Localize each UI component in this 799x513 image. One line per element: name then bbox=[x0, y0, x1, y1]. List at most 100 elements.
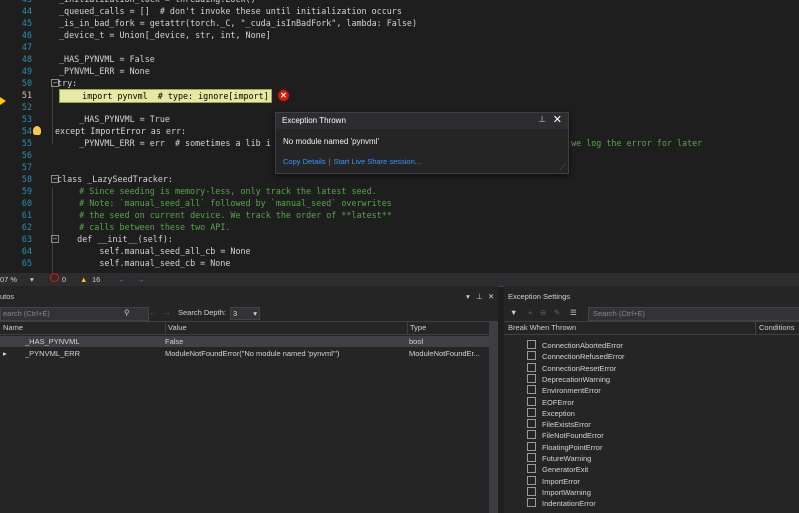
list-icon[interactable]: ☰ bbox=[570, 305, 577, 321]
list-item[interactable]: GeneratorExit bbox=[527, 464, 588, 475]
exception-label: FileExistsError bbox=[542, 420, 591, 430]
list-item[interactable]: ImportWarning bbox=[527, 486, 591, 498]
close-icon[interactable]: ✕ bbox=[553, 113, 562, 126]
copy-details-link[interactable]: Copy Details bbox=[283, 157, 326, 166]
warning-count[interactable]: 16 bbox=[92, 273, 100, 286]
nav-forward-icon[interactable]: → bbox=[137, 273, 145, 286]
exception-label: ConnectionAbortedError bbox=[542, 341, 623, 350]
code-line[interactable]: 63− def __init__(self): bbox=[0, 233, 799, 245]
remove-icon[interactable]: ⊖ bbox=[540, 305, 546, 321]
exception-label: ConnectionResetError bbox=[542, 363, 617, 373]
link-separator: | bbox=[328, 157, 331, 166]
autos-toolbar: earch (Ctrl+E) ⚲ ← → Search Depth: 3 ▾ bbox=[0, 305, 498, 322]
autos-close-icon[interactable]: ✕ bbox=[488, 292, 494, 301]
code-text: try: bbox=[57, 78, 78, 88]
exception-settings-toolbar: ▼ + ⊖ ✎ ☰ Search (Ctrl+E) bbox=[504, 305, 799, 322]
edit-icon[interactable]: ✎ bbox=[554, 305, 560, 321]
warning-count-icon[interactable]: ▲ bbox=[80, 273, 87, 286]
nav-back-icon[interactable]: ← bbox=[118, 273, 126, 286]
row-type: ModuleNotFoundEr... bbox=[409, 349, 480, 358]
column-conditions[interactable]: Conditions bbox=[755, 322, 794, 334]
list-item[interactable]: ConnectionAbortedError bbox=[527, 340, 623, 351]
code-line[interactable]: 49 _PYNVML_ERR = None bbox=[0, 65, 799, 77]
list-item[interactable]: FutureWarning bbox=[527, 453, 591, 464]
exception-checkbox[interactable] bbox=[527, 419, 536, 429]
list-item[interactable]: EOFError bbox=[527, 396, 574, 408]
code-line[interactable]: 47 bbox=[0, 41, 799, 53]
list-item[interactable]: ConnectionResetError bbox=[527, 362, 617, 374]
exception-checkbox[interactable] bbox=[527, 453, 536, 462]
code-line[interactable]: 65 self.manual_seed_cb = None bbox=[0, 257, 799, 269]
code-line[interactable]: 50− try: bbox=[0, 77, 799, 89]
code-line[interactable]: 62 # calls between these two API. bbox=[0, 221, 799, 233]
error-count[interactable]: 0 bbox=[62, 273, 66, 286]
exception-label: ImportError bbox=[542, 476, 580, 486]
code-line[interactable]: 64 self.manual_seed_all_cb = None bbox=[0, 245, 799, 257]
list-item[interactable]: FileExistsError bbox=[527, 419, 591, 430]
list-item[interactable]: ImportError bbox=[527, 475, 580, 487]
search-back-icon[interactable]: ← bbox=[149, 305, 157, 321]
table-row[interactable]: ▸ _PYNVML_ERR ModuleNotFoundError("No mo… bbox=[0, 348, 490, 359]
exception-checkbox[interactable] bbox=[527, 351, 536, 361]
line-number: 48 bbox=[21, 54, 32, 64]
line-number: 61 bbox=[21, 210, 32, 220]
add-icon[interactable]: + bbox=[528, 305, 532, 321]
filter-icon[interactable]: ▼ bbox=[510, 305, 517, 321]
exception-checkbox[interactable] bbox=[527, 441, 536, 451]
list-item[interactable]: DeprecationWarning bbox=[527, 373, 610, 385]
autos-scrollbar[interactable] bbox=[489, 322, 498, 513]
code-line[interactable]: 46 _device_t = Union[_device, str, int, N… bbox=[0, 29, 799, 41]
resize-grip-icon[interactable]: ⋰ bbox=[559, 163, 566, 171]
exception-checkbox[interactable] bbox=[527, 362, 536, 372]
list-item[interactable]: EnvironmentError bbox=[527, 385, 601, 396]
code-line[interactable]: 45 _is_in_bad_fork = getattr(torch._C, "_… bbox=[0, 17, 799, 29]
live-share-link[interactable]: Start Live Share session... bbox=[333, 157, 421, 166]
exception-checkbox[interactable] bbox=[527, 486, 536, 496]
autos-dropdown-icon[interactable]: ▾ bbox=[466, 292, 470, 301]
lightbulb-icon[interactable] bbox=[33, 126, 41, 135]
search-depth-select[interactable]: 3 ▾ bbox=[230, 307, 260, 320]
search-depth-label: Search Depth: bbox=[178, 308, 226, 317]
search-forward-icon[interactable]: → bbox=[163, 305, 171, 321]
list-item[interactable]: IndentationError bbox=[527, 498, 596, 509]
pin-icon[interactable]: ⊥ bbox=[538, 114, 546, 125]
list-item[interactable]: Exception bbox=[527, 407, 575, 419]
list-item[interactable]: ConnectionRefusedError bbox=[527, 351, 625, 362]
list-item[interactable]: FloatingPointError bbox=[527, 441, 602, 453]
column-type[interactable]: Type bbox=[407, 322, 426, 334]
code-line[interactable]: 58− class _LazySeedTracker: bbox=[0, 173, 799, 185]
exception-checkbox[interactable] bbox=[527, 373, 536, 383]
search-icon[interactable]: ⚲ bbox=[124, 305, 130, 321]
autos-pin-icon[interactable]: ⊥ bbox=[476, 292, 483, 301]
exception-checkbox[interactable] bbox=[527, 430, 536, 440]
exception-checkbox[interactable] bbox=[527, 498, 536, 508]
list-item[interactable]: FileNotFoundError bbox=[527, 430, 604, 441]
code-text: _device_t = Union[_device, str, int, Non… bbox=[59, 30, 271, 40]
code-line[interactable]: 60 # Note: `manual_seed_all` followed by… bbox=[0, 197, 799, 209]
editor-status-bar: 07 % ▾ 0 ▲ 16 ← → bbox=[0, 273, 799, 287]
expand-arrow-icon[interactable]: ▸ bbox=[3, 348, 7, 359]
zoom-dropdown-icon[interactable]: ▾ bbox=[30, 273, 34, 286]
exception-checkbox[interactable] bbox=[527, 396, 536, 406]
exception-checkbox[interactable] bbox=[527, 385, 536, 395]
table-row[interactable]: _HAS_PYNVML False bool bbox=[0, 336, 490, 347]
column-break-when-thrown[interactable]: Break When Thrown bbox=[508, 322, 576, 334]
column-name[interactable]: Name bbox=[3, 322, 23, 334]
exception-checkbox[interactable] bbox=[527, 464, 536, 474]
code-line[interactable]: 48 _HAS_PYNVML = False bbox=[0, 53, 799, 65]
code-text: # Since seeding is memory-less, only tra… bbox=[59, 186, 377, 196]
code-line[interactable]: 59 # Since seeding is memory-less, only … bbox=[0, 185, 799, 197]
exception-checkbox[interactable] bbox=[527, 340, 536, 349]
code-text: _PYNVML_ERR = None bbox=[59, 66, 150, 76]
column-value[interactable]: Value bbox=[165, 322, 187, 334]
exception-checkbox[interactable] bbox=[527, 475, 536, 485]
exception-search-input[interactable]: Search (Ctrl+E) bbox=[588, 307, 799, 321]
zoom-level[interactable]: 07 % bbox=[0, 273, 17, 286]
exception-checkbox[interactable] bbox=[527, 407, 536, 417]
code-text: _HAS_PYNVML = False bbox=[59, 54, 155, 64]
code-text: _is_in_bad_fork = getattr(torch._C, "_cu… bbox=[59, 18, 417, 28]
code-text: except ImportError as err: bbox=[55, 126, 187, 136]
code-line[interactable]: 61 # the seed on current device. We trac… bbox=[0, 209, 799, 221]
code-line[interactable]: 51 import pynvml # type: ignore[import] bbox=[0, 89, 799, 103]
code-line[interactable]: 44 _queued_calls = [] # don't invoke thes… bbox=[0, 5, 799, 17]
